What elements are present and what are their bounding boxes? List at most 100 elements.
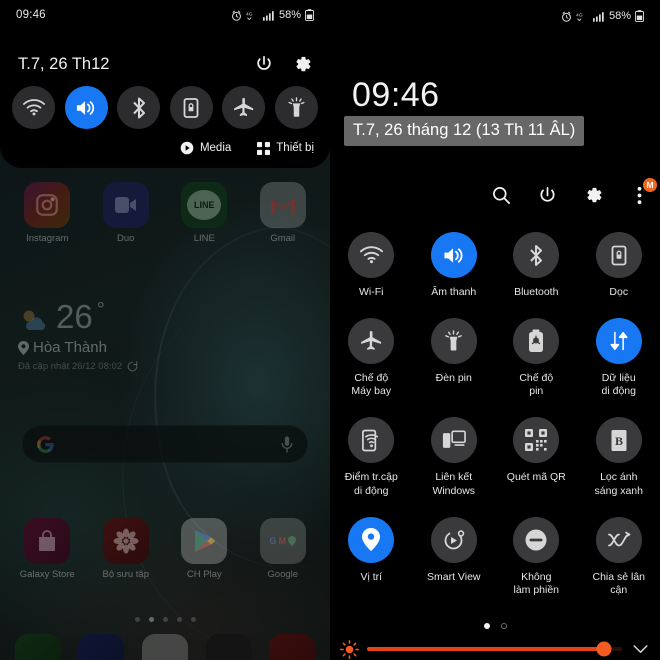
gear-icon[interactable] [293,55,312,74]
weather-widget[interactable]: 26 ° Hòa Thành Đã cập nhật 26/12 08:02 [18,300,138,372]
degree-symbol: ° [96,299,105,321]
app-play-store[interactable]: CH Play [173,518,235,580]
more-vertical-icon [637,186,641,204]
qs-tile-wifi[interactable]: Wi-Fi [330,232,413,299]
qs-tile-flashlight[interactable]: Đèn pin [413,318,496,398]
power-button[interactable] [534,182,560,208]
page-dot[interactable] [500,623,507,629]
search-button[interactable] [488,182,514,208]
line-icon: LINE [181,182,228,228]
brightness-slider-row [330,638,660,660]
page-dot-active[interactable] [483,623,490,629]
gear-icon [586,187,601,202]
qs-tile-blue-light-filter[interactable]: B Lọc ánh sáng xanh [578,417,660,497]
qs-tile-bluetooth[interactable]: Bluetooth [495,232,578,299]
qs-tile-link-to-windows[interactable]: Liên kết Windows [413,417,496,497]
page-dot[interactable] [190,617,196,622]
qs-label: Lọc ánh sáng xanh [594,471,643,497]
qs-tile-do-not-disturb[interactable]: Không làm phiền [495,516,578,597]
toggle-airplane-mode[interactable] [222,86,266,129]
wifi-icon [348,232,395,278]
app-gmail[interactable]: Gmail [252,182,314,244]
gmail-icon [259,182,306,228]
qs-label: Dữ liệu di động [601,372,636,398]
brightness-knob[interactable] [596,641,612,657]
date-text[interactable]: T.7, 26 tháng 12 (13 Th 11 ÂL) [344,116,585,146]
expand-button[interactable] [630,644,650,654]
app-label: Instagram [26,233,69,244]
app-google-folder[interactable]: G M Google [252,518,314,580]
qs-tile-hotspot[interactable]: Điểm tr.cập di động [330,417,413,497]
mobile-data-icon [595,318,642,365]
app-instagram[interactable]: Instagram [16,182,78,244]
app-label: Google [267,569,299,580]
refresh-icon[interactable] [127,361,138,372]
toggle-rotation-lock[interactable] [169,86,213,129]
grid-squares-icon [257,141,271,155]
power-icon[interactable] [255,55,273,73]
do-not-disturb-icon [513,516,560,563]
qs-label: Liên kết Windows [432,471,476,497]
camera-icon[interactable] [141,634,188,660]
weather-updated-text: Đã cập nhật 26/12 08:02 [18,361,123,372]
page-dot-active[interactable] [148,617,154,622]
page-dot[interactable] [134,617,140,622]
messages-icon[interactable] [78,634,125,660]
svg-text:4G: 4G [576,12,583,18]
qs-label: Smart View [427,570,481,583]
microphone-icon[interactable] [281,435,293,453]
shade-header-icons [255,55,312,74]
left-phone-screen: Instagram Duo LINE LINE Gmail 26 ° Hòa T… [0,0,330,660]
more-options-button[interactable]: M [626,178,657,208]
app-galaxy-store[interactable]: Galaxy Store [16,518,78,580]
shade-media-button[interactable]: Media [180,141,231,155]
battery-percent: 58% [608,10,631,22]
shade-toggles [0,86,330,129]
phone-icon[interactable] [14,634,61,660]
qs-tile-qr-scan[interactable]: Quét mã QR [495,417,578,497]
page-dot[interactable] [162,617,168,622]
page-dot[interactable] [176,617,182,622]
home-page-dots [0,617,330,622]
qs-label: Dọc [609,286,629,298]
app-line[interactable]: LINE LINE [173,182,235,244]
gallery-icon [102,518,149,564]
qs-tile-location[interactable]: Vị trí [330,516,413,597]
weather-location: Hòa Thành [33,339,107,356]
qs-tile-sound[interactable]: Âm thanh [413,232,496,299]
shade-devices-label: Thiết bị [276,142,314,154]
app-gallery[interactable]: Bộ sưu tập [95,518,157,580]
quick-settings-grid: Wi-Fi Âm thanh Bluetooth Dọc Chế độ Máy … [330,232,660,597]
youtube-icon[interactable] [269,634,316,660]
dark-app-icon[interactable] [205,634,252,660]
nearby-share-icon [595,516,642,563]
qs-label: Quét mã QR [506,471,566,484]
qs-label: Điểm tr.cập di động [344,471,398,497]
qs-tile-smart-view[interactable]: Smart View [413,516,496,597]
qs-tile-mobile-data[interactable]: Dữ liệu di động [578,318,660,398]
qs-tile-nearby-share[interactable]: Chia sẻ lân cận [578,516,660,597]
qs-tile-airplane[interactable]: Chế độ Máy bay [330,318,413,398]
brightness-track[interactable] [367,641,622,657]
toggle-flashlight[interactable] [274,86,318,129]
rotation-lock-icon [183,97,199,118]
location-pin-icon [18,340,29,355]
shade-media-label: Media [199,142,232,154]
clock: 09:46 [352,76,440,114]
qs-tile-rotation[interactable]: Dọc [578,232,660,299]
brightness-sun-icon[interactable] [340,639,359,659]
sound-icon [430,232,477,278]
app-duo[interactable]: Duo [95,182,157,244]
toggle-sound[interactable] [64,86,108,129]
status-time: 09:46 [16,9,46,21]
google-search-bar[interactable] [22,425,308,463]
settings-button[interactable] [580,182,606,208]
toggle-bluetooth[interactable] [117,86,161,129]
qs-label: Âm thanh [431,286,477,298]
rotation-lock-icon [595,232,642,278]
panel-page-dots [330,623,660,629]
toggle-wifi[interactable] [12,86,55,129]
shade-devices-button[interactable]: Thiết bị [257,141,314,155]
battery-saver-icon [513,318,560,365]
qs-tile-battery-saver[interactable]: Chế độ pin [495,318,578,398]
